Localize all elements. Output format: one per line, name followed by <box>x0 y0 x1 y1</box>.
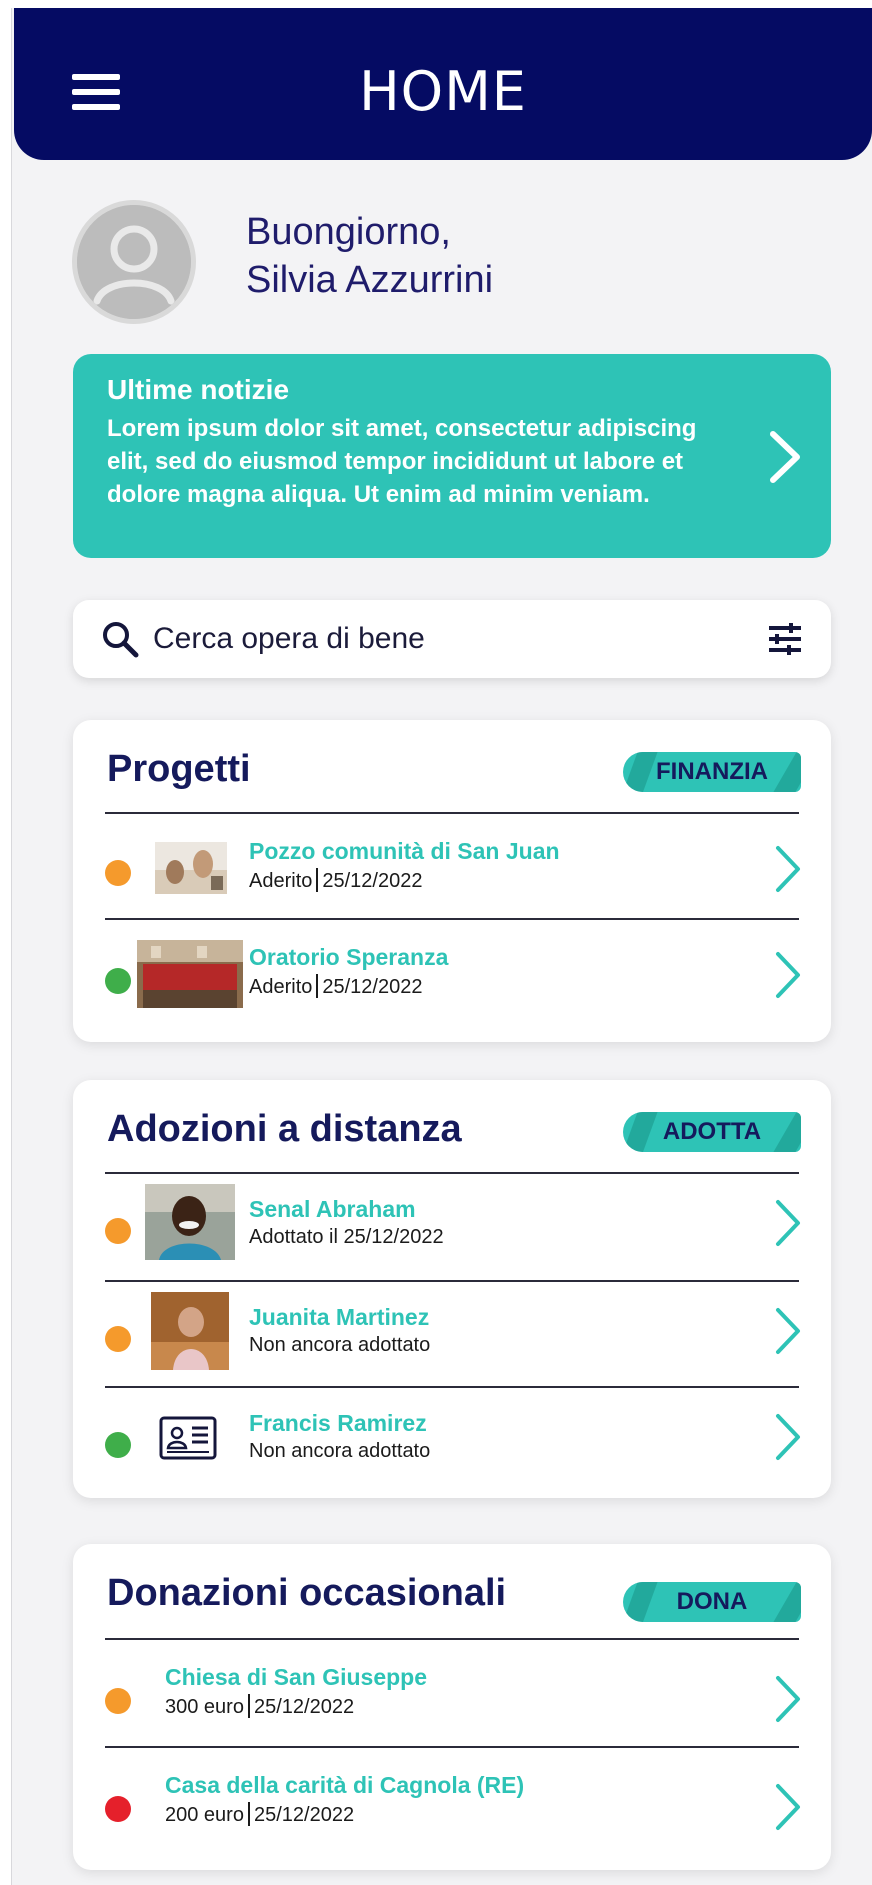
project-thumbnail <box>155 842 227 894</box>
list-item[interactable]: Chiesa di San Giuseppe 300 euro 25/12/202… <box>73 1640 831 1750</box>
section-progetti: Progetti FINANZIA Pozzo comunità di San … <box>73 720 831 1042</box>
app-header: HOME <box>14 8 872 160</box>
item-status: Aderito <box>249 976 313 998</box>
status-dot <box>105 860 131 886</box>
status-dot <box>105 1326 131 1352</box>
item-title: Oratorio Speranza <box>249 944 449 970</box>
chevron-right-icon <box>776 1414 800 1460</box>
dona-button[interactable]: DONA <box>623 1582 801 1622</box>
status-dot <box>105 1688 131 1714</box>
section-title: Progetti <box>107 748 251 790</box>
avatar[interactable] <box>72 200 196 324</box>
item-subtitle: 300 euro 25/12/2022 <box>165 1694 354 1719</box>
list-item[interactable]: Juanita Martinez Non ancora adottato <box>73 1282 831 1392</box>
section-title: Donazioni occasionali <box>107 1572 507 1614</box>
section-title: Adozioni a distanza <box>107 1108 462 1150</box>
item-amount: 300 euro <box>165 1696 244 1718</box>
status-dot <box>105 1218 131 1244</box>
item-date: 25/12/2022 <box>322 870 423 892</box>
window-edge <box>0 0 12 1885</box>
chevron-right-icon <box>770 431 800 483</box>
adotta-button[interactable]: ADOTTA <box>623 1112 801 1152</box>
list-item[interactable]: Pozzo comunità di San Juan Aderito 25/12/… <box>73 814 831 924</box>
child-photo <box>151 1292 229 1370</box>
news-card[interactable]: Ultime notizie Lorem ipsum dolor sit ame… <box>73 354 831 558</box>
item-subtitle: 200 euro 25/12/2022 <box>165 1802 354 1827</box>
dona-button-label: DONA <box>676 1588 748 1615</box>
list-item[interactable]: Casa della carità di Cagnola (RE) 200 eu… <box>73 1748 831 1858</box>
window-top-edge <box>0 0 872 8</box>
item-subtitle: Aderito 25/12/2022 <box>249 868 422 893</box>
chevron-right-icon <box>776 846 800 892</box>
finanzia-button-label: FINANZIA <box>656 758 768 785</box>
item-date: 25/12/2022 <box>322 976 423 998</box>
item-status: Adottato il 25/12/2022 <box>249 1226 444 1248</box>
item-title: Casa della carità di Cagnola (RE) <box>165 1772 525 1798</box>
status-dot <box>105 968 131 994</box>
search-bar <box>73 600 831 678</box>
chevron-right-icon <box>776 1200 800 1246</box>
item-title: Senal Abraham <box>249 1196 416 1222</box>
item-status: Non ancora adottato <box>249 1334 431 1356</box>
item-title: Juanita Martinez <box>249 1304 430 1330</box>
item-date: 25/12/2022 <box>253 1804 355 1826</box>
chevron-right-icon <box>776 1308 800 1354</box>
list-item[interactable]: Senal Abraham Adottato il 25/12/2022 <box>73 1174 831 1284</box>
section-adozioni: Adozioni a distanza ADOTTA Senal Abraham… <box>73 1080 831 1498</box>
finanzia-button[interactable]: FINANZIA <box>623 752 801 792</box>
chevron-right-icon <box>776 1784 800 1830</box>
filter-icon[interactable] <box>767 622 803 656</box>
list-item[interactable]: Francis Ramirez Non ancora adottato <box>73 1388 831 1498</box>
project-thumbnail <box>137 940 243 1008</box>
adotta-button-label: ADOTTA <box>662 1118 762 1145</box>
child-photo <box>145 1184 235 1260</box>
section-donazioni: Donazioni occasionali DONA Chiesa di San… <box>73 1544 831 1870</box>
item-subtitle: Aderito 25/12/2022 <box>249 974 422 999</box>
page-title: HOME <box>359 60 527 123</box>
id-card-icon <box>159 1416 217 1460</box>
item-title: Pozzo comunità di San Juan <box>249 838 560 864</box>
search-icon <box>103 622 139 658</box>
item-date: 25/12/2022 <box>253 1696 355 1718</box>
user-icon <box>77 205 191 319</box>
chevron-right-icon <box>776 1676 800 1722</box>
greeting: Buongiorno, Silvia Azzurrini <box>246 208 493 304</box>
item-status: Aderito <box>249 870 313 892</box>
item-title: Francis Ramirez <box>249 1410 427 1436</box>
news-title: Ultime notizie <box>107 374 290 405</box>
search-input[interactable] <box>153 618 713 660</box>
status-dot <box>105 1432 131 1458</box>
news-body: Lorem ipsum dolor sit amet, consectetur … <box>107 415 697 508</box>
item-title: Chiesa di San Giuseppe <box>165 1664 428 1690</box>
chevron-right-icon <box>776 952 800 998</box>
greeting-salutation: Buongiorno, <box>246 211 451 253</box>
item-amount: 200 euro <box>165 1804 244 1826</box>
user-name: Silvia Azzurrini <box>246 259 494 301</box>
status-dot <box>105 1796 131 1822</box>
list-item[interactable]: Oratorio Speranza Aderito 25/12/2022 <box>73 920 831 1030</box>
item-status: Non ancora adottato <box>249 1440 431 1462</box>
